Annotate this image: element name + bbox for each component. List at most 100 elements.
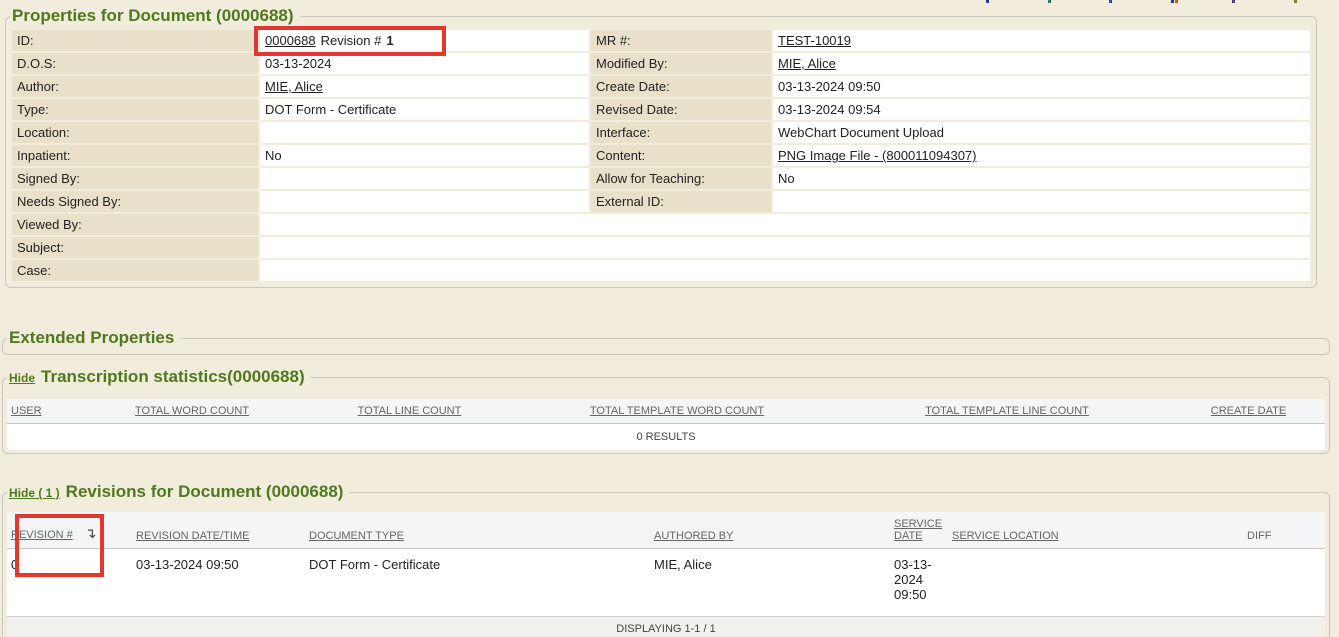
field-label-mr: MR #:: [591, 30, 771, 51]
property-row: D.O.S: 03-13-2024 Modified By: MIE, Alic…: [12, 53, 1310, 74]
column-header-document-type[interactable]: DOCUMENT TYPE: [305, 512, 650, 549]
clipped-text-fragment: [986, 0, 989, 3]
field-label-type: Type:: [12, 99, 258, 120]
field-value-mr: TEST-10019: [773, 30, 1310, 51]
revisions-table: REVISION #↴ REVISION DATE/TIME DOCUMENT …: [7, 512, 1325, 637]
property-row: ID: 0000688 Revision # 1 MR #: TEST-10019: [12, 30, 1310, 51]
field-value-revised-date: 03-13-2024 09:54: [773, 99, 1310, 120]
properties-table: ID: 0000688Revision #1 MR #: TEST-10019 …: [10, 28, 1312, 283]
clipped-text-fragment: [1171, 0, 1174, 3]
field-value-subject: [260, 237, 1310, 258]
clipped-text-fragment: [1048, 0, 1051, 3]
field-label-content: Content:: [591, 145, 771, 166]
field-value-external-id: [773, 191, 1310, 212]
field-label-location: Location:: [12, 122, 258, 143]
column-header-total-line-count[interactable]: TOTAL LINE COUNT: [307, 399, 512, 424]
revisions-hide-link[interactable]: Hide ( 1 ): [9, 486, 60, 500]
column-header-service-location[interactable]: SERVICE LOCATION: [948, 512, 1243, 549]
field-value-viewed-by: [260, 214, 1310, 235]
document-id-link[interactable]: 0000688: [265, 33, 316, 48]
field-value-location: [260, 122, 589, 143]
field-label-id: ID:: [12, 30, 258, 51]
revision-row[interactable]: 0 03-13-2024 09:50 DOT Form - Certificat…: [7, 549, 1325, 617]
field-value-author: MIE, Alice: [260, 76, 589, 97]
property-row: Case:: [12, 260, 1310, 281]
revisions-section: Hide ( 1 ) Revisions for Document (000068…: [2, 482, 1330, 637]
property-row: Subject:: [12, 237, 1310, 258]
field-label-allow-teaching: Allow for Teaching:: [591, 168, 771, 189]
property-row: Signed By: Allow for Teaching: No: [12, 168, 1310, 189]
column-header-revision-number[interactable]: REVISION #↴: [7, 512, 132, 549]
properties-legend: Properties for Document (0000688): [10, 6, 300, 26]
field-value-inpatient: No: [260, 145, 589, 166]
field-label-revised-date: Revised Date:: [591, 99, 771, 120]
revision-text: Revision #: [321, 33, 382, 48]
field-value-dos: 03-13-2024: [260, 53, 589, 74]
field-label-create-date: Create Date:: [591, 76, 771, 97]
service-location-cell: [948, 549, 1243, 617]
pagination-row: DISPLAYING 1-1 / 1: [7, 617, 1325, 637]
extended-properties-section: Extended Properties: [2, 328, 1330, 355]
field-label-author: Author:: [12, 76, 258, 97]
content-file-link[interactable]: PNG Image File - (800011094307): [778, 148, 976, 163]
field-value-content: PNG Image File - (800011094307): [773, 145, 1310, 166]
table-header-row: REVISION #↴ REVISION DATE/TIME DOCUMENT …: [7, 512, 1325, 549]
extended-properties-legend: Extended Properties: [7, 328, 180, 348]
field-value-create-date: 03-13-2024 09:50: [773, 76, 1310, 97]
column-header-total-template-word-count[interactable]: TOTAL TEMPLATE WORD COUNT: [512, 399, 842, 424]
column-header-user[interactable]: USER: [7, 399, 77, 424]
service-date-cell: 03-13-2024 09:50: [890, 549, 948, 617]
field-value-type: DOT Form - Certificate: [260, 99, 589, 120]
column-header-total-template-line-count[interactable]: TOTAL TEMPLATE LINE COUNT: [842, 399, 1172, 424]
clipped-text-fragment: [1109, 0, 1112, 3]
field-value-allow-teaching: No: [773, 168, 1310, 189]
clipped-text-fragment: [1294, 0, 1297, 3]
column-header-service-date[interactable]: SERVICE DATE: [890, 512, 948, 549]
transcription-statistics-table: USER TOTAL WORD COUNT TOTAL LINE COUNT T…: [7, 399, 1325, 450]
transcription-statistics-legend: Transcription statistics(0000688): [41, 367, 305, 386]
results-count-text: 0 RESULTS: [7, 424, 1325, 451]
diff-cell: [1243, 549, 1325, 617]
field-value-case: [260, 260, 1310, 281]
revision-number: 1: [386, 33, 393, 48]
field-label-inpatient: Inpatient:: [12, 145, 258, 166]
sort-descending-icon: ↴: [85, 525, 97, 542]
revision-datetime-cell: 03-13-2024 09:50: [132, 549, 305, 617]
table-header-row: USER TOTAL WORD COUNT TOTAL LINE COUNT T…: [7, 399, 1325, 424]
author-link[interactable]: MIE, Alice: [265, 79, 323, 94]
document-type-cell: DOT Form - Certificate: [305, 549, 650, 617]
field-value-needs-signed-by: [260, 191, 589, 212]
field-label-modified-by: Modified By:: [591, 53, 771, 74]
clipped-text-fragment: [1175, 0, 1178, 3]
field-value-modified-by: MIE, Alice: [773, 53, 1310, 74]
revisions-legend: Revisions for Document (0000688): [66, 482, 344, 501]
field-value-id: 0000688 Revision # 1: [260, 30, 589, 51]
field-label-interface: Interface:: [591, 122, 771, 143]
property-row: Location: Interface: WebChart Document U…: [12, 122, 1310, 143]
column-header-authored-by[interactable]: AUTHORED BY: [650, 512, 890, 549]
clipped-text-fragment: [1232, 0, 1235, 3]
property-row: Author: MIE, Alice Create Date: 03-13-20…: [12, 76, 1310, 97]
document-properties-page: Properties for Document (0000688) ID: 00…: [0, 0, 1339, 637]
properties-section: Properties for Document (0000688) ID: 00…: [5, 6, 1317, 288]
transcription-hide-link[interactable]: Hide: [9, 371, 35, 385]
field-label-external-id: External ID:: [591, 191, 771, 212]
transcription-statistics-section: Hide Transcription statistics(0000688) US…: [2, 367, 1330, 454]
field-value-signed-by: [260, 168, 589, 189]
empty-results-row: 0 RESULTS: [7, 424, 1325, 451]
mr-number-link[interactable]: TEST-10019: [778, 33, 851, 48]
modified-by-link[interactable]: MIE, Alice: [778, 56, 836, 71]
field-label-needs-signed-by: Needs Signed By:: [12, 191, 258, 212]
authored-by-cell: MIE, Alice: [650, 549, 890, 617]
property-row: Viewed By:: [12, 214, 1310, 235]
column-header-total-word-count[interactable]: TOTAL WORD COUNT: [77, 399, 307, 424]
property-row: Type: DOT Form - Certificate Revised Dat…: [12, 99, 1310, 120]
field-label-viewed-by: Viewed By:: [12, 214, 258, 235]
field-label-case: Case:: [12, 260, 258, 281]
column-header-create-date[interactable]: CREATE DATE: [1172, 399, 1325, 424]
column-header-revision-datetime[interactable]: REVISION DATE/TIME: [132, 512, 305, 549]
field-label-signed-by: Signed By:: [12, 168, 258, 189]
extended-properties-empty-area: [7, 348, 1325, 354]
field-value-interface: WebChart Document Upload: [773, 122, 1310, 143]
property-row: Needs Signed By: External ID:: [12, 191, 1310, 212]
